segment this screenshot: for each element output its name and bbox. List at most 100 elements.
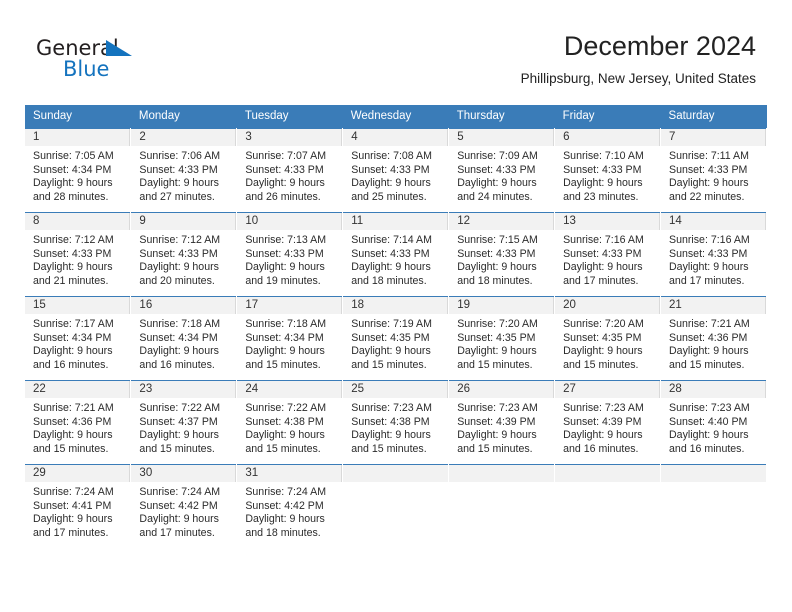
sunset-time: Sunset: 4:36 PM	[33, 415, 112, 428]
day-cell-inner	[661, 465, 766, 549]
sunrise-time: Sunrise: 7:17 AM	[33, 318, 114, 330]
day-cell-inner: 22 Sunrise: 7:21 AM Sunset: 4:36 PM Dayligh…	[25, 381, 131, 464]
calendar-day-cell[interactable]: 20 Sunrise: 7:20 AM Sunset: 4:35 PM Dayligh…	[554, 296, 662, 381]
calendar-day-cell[interactable]: 8 Sunrise: 7:12 AM Sunset: 4:33 PM Daylight…	[25, 212, 132, 297]
day-info: Sunrise: 7:11 AM Sunset: 4:33 PM Daylight:…	[661, 146, 766, 204]
sunset-time: Sunset: 4:41 PM	[33, 499, 112, 512]
calendar-day-cell[interactable]: 14 Sunrise: 7:16 AM Sunset: 4:33 PM Dayligh…	[660, 212, 767, 297]
sunset-time: Sunset: 4:38 PM	[351, 415, 430, 428]
calendar-day-cell[interactable]: 31 Sunrise: 7:24 AM Sunset: 4:42 PM Dayligh…	[236, 464, 344, 549]
calendar-day-cell[interactable]: 3 Sunrise: 7:07 AM Sunset: 4:33 PM Daylight…	[236, 128, 344, 213]
daylight-line-1: Daylight: 9 hours	[563, 345, 643, 358]
day-number: 25	[343, 381, 449, 398]
sunset-time: Sunset: 4:39 PM	[457, 415, 536, 428]
calendar-day-cell[interactable]: 18 Sunrise: 7:19 AM Sunset: 4:35 PM Dayligh…	[342, 296, 450, 381]
calendar-day-cell[interactable]: 9 Sunrise: 7:12 AM Sunset: 4:33 PM Daylight…	[130, 212, 238, 297]
daylight-line-1: Daylight: 9 hours	[139, 345, 219, 358]
calendar-day-cell[interactable]: 23 Sunrise: 7:22 AM Sunset: 4:37 PM Dayligh…	[130, 380, 238, 465]
day-info: Sunrise: 7:10 AM Sunset: 4:33 PM Daylight:…	[555, 146, 660, 204]
daylight-line-2: and 18 minutes.	[245, 526, 321, 539]
sunset-time: Sunset: 4:35 PM	[351, 331, 430, 344]
calendar-day-cell[interactable]: 29 Sunrise: 7:24 AM Sunset: 4:41 PM Dayligh…	[25, 464, 132, 549]
day-number: 12	[449, 213, 555, 230]
calendar-day-cell[interactable]: 28 Sunrise: 7:23 AM Sunset: 4:40 PM Dayligh…	[660, 380, 767, 465]
calendar-day-cell[interactable]: 10 Sunrise: 7:13 AM Sunset: 4:33 PM Dayligh…	[236, 212, 344, 297]
sunrise-time: Sunrise: 7:23 AM	[669, 402, 750, 414]
blue-triangle-icon	[106, 40, 132, 56]
calendar-day-cell[interactable]: 21 Sunrise: 7:21 AM Sunset: 4:36 PM Dayligh…	[660, 296, 767, 381]
day-number: 13	[555, 213, 661, 230]
page-title: December 2024	[563, 31, 756, 61]
sunrise-time: Sunrise: 7:06 AM	[139, 150, 221, 162]
day-number: 17	[237, 297, 343, 314]
day-info: Sunrise: 7:05 AM Sunset: 4:34 PM Daylight:…	[25, 146, 130, 204]
calendar-grid: Sunday Monday Tuesday Wednesday Thursday…	[25, 105, 767, 549]
day-number: 2	[131, 129, 237, 146]
sunrise-time: Sunrise: 7:07 AM	[245, 150, 327, 162]
calendar-day-cell[interactable]: 13 Sunrise: 7:16 AM Sunset: 4:33 PM Dayligh…	[554, 212, 662, 297]
calendar-day-cell[interactable]: 24 Sunrise: 7:22 AM Sunset: 4:38 PM Dayligh…	[236, 380, 344, 465]
day-cell-inner	[555, 465, 661, 549]
day-info: Sunrise: 7:22 AM Sunset: 4:38 PM Daylight:…	[237, 398, 342, 456]
day-info: Sunrise: 7:12 AM Sunset: 4:33 PM Daylight:…	[131, 230, 236, 288]
day-info: Sunrise: 7:13 AM Sunset: 4:33 PM Daylight:…	[237, 230, 342, 288]
daylight-line-2: and 16 minutes.	[563, 442, 639, 455]
day-number: 5	[449, 129, 555, 146]
day-cell-inner: 19 Sunrise: 7:20 AM Sunset: 4:35 PM Dayligh…	[449, 297, 555, 380]
day-number: 30	[131, 465, 237, 482]
day-number: 9	[131, 213, 237, 230]
day-cell-inner: 16 Sunrise: 7:18 AM Sunset: 4:34 PM Dayligh…	[131, 297, 237, 380]
calendar-day-cell[interactable]: 2 Sunrise: 7:06 AM Sunset: 4:33 PM Daylight…	[130, 128, 238, 213]
daylight-line-1: Daylight: 9 hours	[139, 513, 219, 526]
calendar-day-cell[interactable]: 19 Sunrise: 7:20 AM Sunset: 4:35 PM Dayligh…	[448, 296, 556, 381]
sunrise-time: Sunrise: 7:08 AM	[351, 150, 432, 162]
calendar-week-row: 15 Sunrise: 7:17 AM Sunset: 4:34 PM Dayligh…	[25, 296, 767, 381]
daylight-line-1: Daylight: 9 hours	[33, 513, 113, 526]
calendar-day-cell[interactable]: 5 Sunrise: 7:09 AM Sunset: 4:33 PM Daylight…	[448, 128, 556, 213]
daylight-line-2: and 28 minutes.	[33, 190, 109, 203]
calendar-day-cell[interactable]: 17 Sunrise: 7:18 AM Sunset: 4:34 PM Dayligh…	[236, 296, 344, 381]
day-cell-inner	[449, 465, 555, 549]
calendar-day-cell[interactable]: 1 Sunrise: 7:05 AM Sunset: 4:34 PM Daylight…	[25, 128, 132, 213]
day-cell-inner: 3 Sunrise: 7:07 AM Sunset: 4:33 PM Daylight…	[237, 129, 343, 212]
day-cell-inner: 29 Sunrise: 7:24 AM Sunset: 4:41 PM Dayligh…	[25, 465, 131, 549]
calendar-day-cell[interactable]: 26 Sunrise: 7:23 AM Sunset: 4:39 PM Dayligh…	[448, 380, 556, 465]
day-cell-inner: 15 Sunrise: 7:17 AM Sunset: 4:34 PM Dayligh…	[25, 297, 131, 380]
calendar-day-cell[interactable]: 25 Sunrise: 7:23 AM Sunset: 4:38 PM Dayligh…	[342, 380, 450, 465]
daylight-line-2: and 15 minutes.	[139, 442, 215, 455]
calendar-day-cell[interactable]: 12 Sunrise: 7:15 AM Sunset: 4:33 PM Dayligh…	[448, 212, 556, 297]
day-info: Sunrise: 7:23 AM Sunset: 4:40 PM Daylight:…	[661, 398, 766, 456]
day-number: 8	[25, 213, 131, 230]
daylight-line-1: Daylight: 9 hours	[669, 261, 749, 274]
sunset-time: Sunset: 4:42 PM	[245, 499, 324, 512]
general-blue-logo[interactable]: General Blue	[36, 36, 236, 88]
weekday-header-thursday: Thursday	[448, 105, 555, 129]
calendar-day-cell[interactable]: 6 Sunrise: 7:10 AM Sunset: 4:33 PM Daylight…	[554, 128, 662, 213]
sunrise-time: Sunrise: 7:24 AM	[245, 486, 327, 498]
day-number: 28	[661, 381, 766, 398]
day-number: 14	[661, 213, 766, 230]
daylight-line-1: Daylight: 9 hours	[139, 177, 219, 190]
sunrise-time: Sunrise: 7:05 AM	[33, 150, 114, 162]
day-info: Sunrise: 7:24 AM Sunset: 4:42 PM Daylight:…	[237, 482, 342, 540]
calendar-day-cell[interactable]: 15 Sunrise: 7:17 AM Sunset: 4:34 PM Dayligh…	[25, 296, 132, 381]
calendar-day-cell[interactable]: 27 Sunrise: 7:23 AM Sunset: 4:39 PM Dayligh…	[554, 380, 662, 465]
day-info: Sunrise: 7:18 AM Sunset: 4:34 PM Daylight:…	[237, 314, 342, 372]
daylight-line-1: Daylight: 9 hours	[351, 177, 431, 190]
daylight-line-1: Daylight: 9 hours	[33, 345, 113, 358]
calendar-day-cell[interactable]: 16 Sunrise: 7:18 AM Sunset: 4:34 PM Dayligh…	[130, 296, 238, 381]
calendar-day-cell[interactable]: 11 Sunrise: 7:14 AM Sunset: 4:33 PM Dayligh…	[342, 212, 450, 297]
daylight-line-1: Daylight: 9 hours	[457, 345, 537, 358]
calendar-day-cell[interactable]: 7 Sunrise: 7:11 AM Sunset: 4:33 PM Daylight…	[660, 128, 767, 213]
calendar-day-cell[interactable]: 22 Sunrise: 7:21 AM Sunset: 4:36 PM Dayligh…	[25, 380, 132, 465]
sunset-time: Sunset: 4:33 PM	[245, 163, 324, 176]
day-cell-inner: 31 Sunrise: 7:24 AM Sunset: 4:42 PM Dayligh…	[237, 465, 343, 549]
day-number: 26	[449, 381, 555, 398]
daylight-line-2: and 27 minutes.	[139, 190, 215, 203]
day-number: 1	[25, 129, 131, 146]
day-info: Sunrise: 7:22 AM Sunset: 4:37 PM Daylight:…	[131, 398, 236, 456]
calendar-day-cell[interactable]: 4 Sunrise: 7:08 AM Sunset: 4:33 PM Daylight…	[342, 128, 450, 213]
calendar-day-cell[interactable]: 30 Sunrise: 7:24 AM Sunset: 4:42 PM Dayligh…	[130, 464, 238, 549]
day-cell-inner: 26 Sunrise: 7:23 AM Sunset: 4:39 PM Dayligh…	[449, 381, 555, 464]
daylight-line-1: Daylight: 9 hours	[245, 429, 325, 442]
